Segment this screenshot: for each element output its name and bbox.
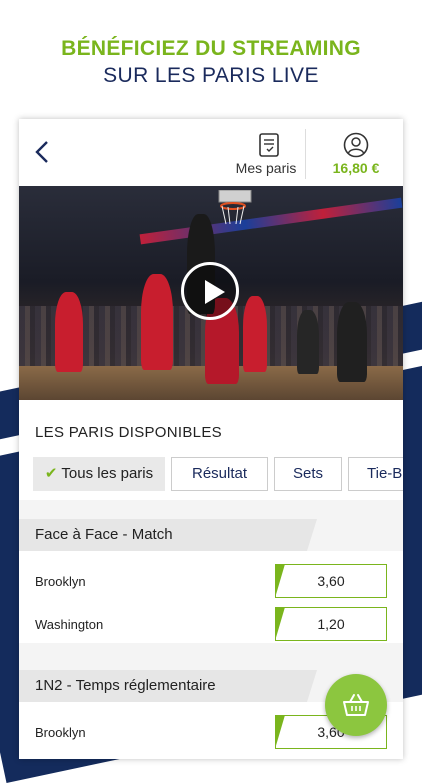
section-title: LES PARIS DISPONIBLES bbox=[35, 424, 222, 441]
team-name: Brooklyn bbox=[35, 574, 86, 589]
basket-icon bbox=[343, 694, 369, 716]
bet-row: Brooklyn 3,60 bbox=[19, 560, 403, 603]
player-red bbox=[243, 296, 267, 372]
play-button[interactable] bbox=[181, 262, 239, 320]
balance-amount: 16,80 € bbox=[332, 160, 380, 176]
video-player[interactable] bbox=[19, 186, 403, 400]
team-name: Brooklyn bbox=[35, 725, 86, 740]
mes-paris-label: Mes paris bbox=[235, 160, 297, 176]
user-circle-icon bbox=[343, 132, 369, 158]
bet-row: Washington 1,20 bbox=[19, 603, 403, 646]
basketball-hoop bbox=[218, 190, 252, 225]
back-button[interactable] bbox=[31, 139, 55, 165]
odd-button[interactable]: 3,60 bbox=[275, 564, 387, 598]
tab-label: Tous les paris bbox=[61, 465, 154, 482]
promo-title: BÉNÉFICIEZ DU STREAMING bbox=[61, 37, 361, 60]
tab-tie-break[interactable]: Tie-B bbox=[348, 457, 403, 491]
check-icon: ✔ bbox=[44, 465, 58, 482]
tab-resultat[interactable]: Résultat bbox=[171, 457, 268, 491]
account-balance[interactable]: 16,80 € bbox=[309, 119, 403, 186]
bet-slip-icon bbox=[259, 133, 279, 157]
team-name: Washington bbox=[35, 617, 104, 632]
app-screen: Mes paris 16,80 € LES PARIS DISPONIBLES … bbox=[19, 119, 403, 759]
tab-tous-les-paris[interactable]: ✔ Tous les paris bbox=[33, 457, 165, 491]
market-title: 1N2 - Temps réglementaire bbox=[19, 670, 317, 702]
mes-paris-button[interactable]: Mes paris bbox=[227, 119, 305, 186]
available-bets-section: LES PARIS DISPONIBLES ✔ Tous les paris Ré… bbox=[19, 400, 403, 500]
market-body: Brooklyn 3,60 Washington 1,20 bbox=[19, 551, 403, 643]
odd-button[interactable]: 1,20 bbox=[275, 607, 387, 641]
tab-label: Tie-B bbox=[367, 465, 403, 482]
tab-label: Résultat bbox=[191, 465, 248, 482]
player-black bbox=[297, 310, 319, 374]
market-face-a-face: Face à Face - Match Brooklyn 3,60 Washin… bbox=[19, 519, 403, 643]
promo-subtitle: SUR LES PARIS LIVE bbox=[103, 64, 319, 87]
tab-sets[interactable]: Sets bbox=[274, 457, 342, 491]
market-title: Face à Face - Match bbox=[19, 519, 317, 551]
promo-header: BÉNÉFICIEZ DU STREAMING SUR LES PARIS LI… bbox=[0, 0, 422, 118]
player-red bbox=[141, 274, 173, 370]
cart-button[interactable] bbox=[325, 674, 387, 736]
top-bar: Mes paris 16,80 € bbox=[19, 119, 403, 186]
divider bbox=[305, 129, 306, 179]
chevron-left-icon bbox=[35, 141, 48, 163]
tab-label: Sets bbox=[292, 465, 323, 482]
player-red bbox=[55, 292, 83, 372]
player-black bbox=[337, 302, 367, 382]
arena-led-board bbox=[139, 197, 403, 245]
